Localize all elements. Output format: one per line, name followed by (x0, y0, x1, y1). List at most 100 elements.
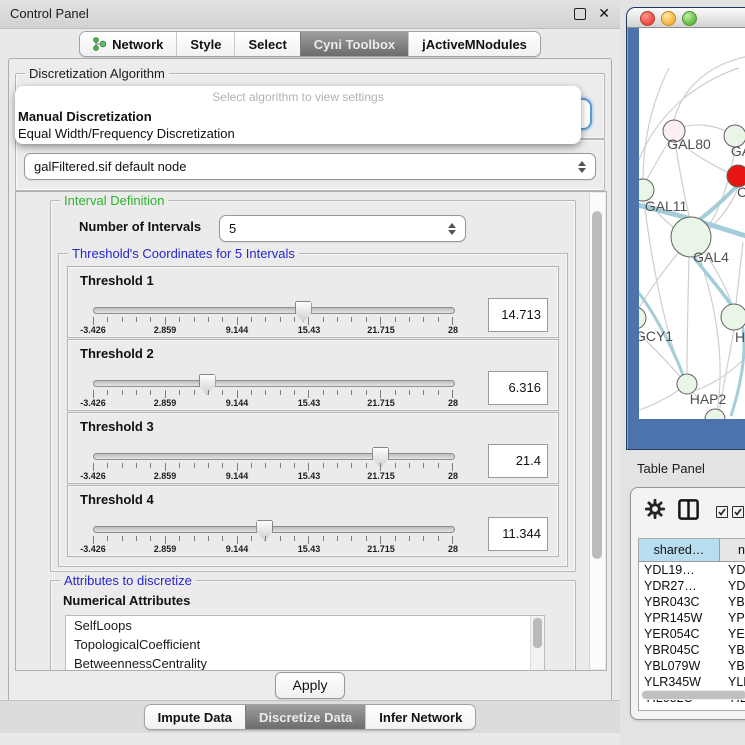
attributes-scrollbar[interactable] (530, 616, 544, 671)
attributes-title: Attributes to discretize (60, 573, 196, 588)
algorithm-option-equal-width[interactable]: Equal Width/Frequency Discretization (17, 125, 579, 143)
cell-name[interactable]: YBR0 (724, 594, 745, 610)
threshold-value-field[interactable]: 11.344 (488, 517, 548, 551)
table-horizontal-scrollbar[interactable] (641, 690, 745, 700)
table-panel-toolbar (631, 488, 745, 538)
table-row[interactable]: YPR145WYPR1 (639, 610, 745, 626)
cell-shared-name[interactable]: YLR345W (639, 674, 724, 690)
tick-label: 15.43 (298, 398, 321, 408)
threshold-value-field[interactable]: 6.316 (488, 371, 548, 405)
cell-shared-name[interactable]: YBR043C (639, 594, 724, 610)
tick-label: 15.43 (298, 325, 321, 335)
table-data-combobox[interactable]: galFiltered.sif default node (24, 153, 596, 180)
tab-infer-network[interactable]: Infer Network (365, 705, 475, 729)
table-row[interactable]: YLR345WYLR3 (639, 674, 745, 690)
tab-label: Select (248, 37, 286, 52)
tick-label: 21.715 (367, 398, 395, 408)
tab-style[interactable]: Style (176, 32, 234, 56)
cell-shared-name[interactable]: YER054C (639, 626, 724, 642)
settings-scroll-panel: Interval Definition Number of Intervals … (15, 191, 607, 671)
gear-icon[interactable] (645, 499, 665, 519)
network-node-label: GAL80 (667, 136, 711, 152)
cell-shared-name[interactable]: YBL079W (639, 658, 724, 674)
table-row[interactable]: YBR045CYBR0 (639, 642, 745, 658)
network-canvas[interactable]: GAL80GACGAL11GAL4GCY1HHAP2 (639, 28, 745, 419)
attribute-list-item[interactable]: SelfLoops (66, 616, 544, 635)
float-window-icon[interactable] (574, 8, 586, 20)
threshold-slider-track[interactable] (93, 380, 455, 387)
cell-name[interactable]: YLR3 (724, 674, 745, 690)
threshold-panel-1: Threshold 1-3.4262.8599.14415.4321.71528… (67, 266, 559, 338)
tab-impute-data[interactable]: Impute Data (145, 705, 245, 729)
cell-shared-name[interactable]: YBR045C (639, 642, 724, 658)
number-of-intervals-combobox[interactable]: 5 (219, 215, 466, 242)
cell-shared-name[interactable]: YDL19… (639, 562, 724, 578)
number-of-intervals-label: Number of Intervals (79, 219, 201, 234)
cell-name[interactable]: YDR2 (724, 578, 745, 594)
cell-name[interactable]: YPR1 (724, 610, 745, 626)
table-data-group: Table Data galFiltered.sif default node (15, 139, 605, 191)
algorithm-option-manual[interactable]: Manual Discretization (17, 108, 579, 126)
table-row[interactable]: YER054CYER0 (639, 626, 745, 642)
network-node-label: C (737, 184, 745, 200)
close-traffic-light-icon[interactable] (640, 11, 655, 26)
cyni-toolbox-panel: Discretization Algorithm Select algorith… (8, 58, 612, 702)
threshold-label: Threshold 3 (80, 419, 154, 434)
panel-vertical-scrollbar[interactable] (589, 193, 605, 669)
tab-select[interactable]: Select (234, 32, 299, 56)
network-node-label: GAL11 (645, 198, 688, 214)
threshold-slider-track[interactable] (93, 307, 455, 314)
table-row[interactable]: YBR043CYBR0 (639, 594, 745, 610)
threshold-panel-4: Threshold 4-3.4262.8599.14415.4321.71528… (67, 485, 559, 557)
column-header-name[interactable]: na (720, 539, 745, 561)
numerical-attributes-list: SelfLoopsTopologicalCoefficientBetweenne… (65, 615, 545, 671)
attribute-list-item[interactable]: BetweennessCentrality (66, 654, 544, 671)
network-node[interactable] (705, 409, 725, 419)
minimize-traffic-light-icon[interactable] (661, 11, 676, 26)
threshold-value-field[interactable]: 14.713 (488, 298, 548, 332)
checkbox-icon[interactable] (716, 506, 728, 518)
threshold-slider-track[interactable] (93, 453, 455, 460)
cell-name[interactable]: YER0 (724, 626, 745, 642)
tick-label: 28 (448, 544, 458, 554)
node-table: shared… na YDL19…YDL1YDR27…YDR2YBR043CYB… (638, 538, 745, 711)
tab-cyni-toolbox[interactable]: Cyni Toolbox (300, 32, 408, 56)
cell-name[interactable]: YBR0 (724, 642, 745, 658)
table-row[interactable]: YDR27…YDR2 (639, 578, 745, 594)
cell-shared-name[interactable]: YPR145W (639, 610, 724, 626)
network-window-titlebar (627, 8, 745, 28)
tick-label: 15.43 (298, 544, 321, 554)
tick-label: -3.426 (80, 398, 106, 408)
checkbox-icon[interactable] (732, 506, 744, 518)
network-node-label: GAL4 (693, 249, 729, 265)
tick-label: 9.144 (226, 471, 249, 481)
tab-network[interactable]: Network (80, 32, 176, 56)
threshold-value-field[interactable]: 21.4 (488, 444, 548, 478)
slider-tick-labels: -3.4262.8599.14415.4321.71528 (93, 325, 453, 336)
tab-jactivemnodules[interactable]: jActiveMNodules (408, 32, 540, 56)
interval-definition-title: Interval Definition (60, 193, 168, 208)
apply-button[interactable]: Apply (275, 672, 345, 699)
network-node-gcy1[interactable] (639, 307, 646, 329)
close-icon[interactable]: ✕ (598, 5, 610, 22)
tick-label: -3.426 (80, 471, 106, 481)
algorithm-hint: Select algorithm to view settings (15, 90, 581, 104)
tick-label: 21.715 (367, 325, 395, 335)
threshold-panel-2: Threshold 2-3.4262.8599.14415.4321.71528… (67, 339, 559, 411)
network-edge (674, 56, 745, 120)
tick-label: -3.426 (80, 544, 106, 554)
cell-shared-name[interactable]: YDR27… (639, 578, 724, 594)
cell-name[interactable]: YDL1 (724, 562, 745, 578)
cell-name[interactable]: YBL0 (724, 658, 745, 674)
network-node-h[interactable] (721, 304, 745, 330)
table-row[interactable]: YBL079WYBL0 (639, 658, 745, 674)
column-header-shared-name[interactable]: shared… (639, 539, 720, 561)
tab-label: jActiveMNodules (422, 37, 527, 52)
split-panel-icon[interactable] (677, 498, 700, 521)
tab-discretize-data[interactable]: Discretize Data (245, 705, 365, 729)
threshold-slider-track[interactable] (93, 526, 455, 533)
table-row[interactable]: YDL19…YDL1 (639, 562, 745, 578)
network-edge (736, 242, 743, 304)
attribute-list-item[interactable]: TopologicalCoefficient (66, 635, 544, 654)
zoom-traffic-light-icon[interactable] (682, 11, 697, 26)
